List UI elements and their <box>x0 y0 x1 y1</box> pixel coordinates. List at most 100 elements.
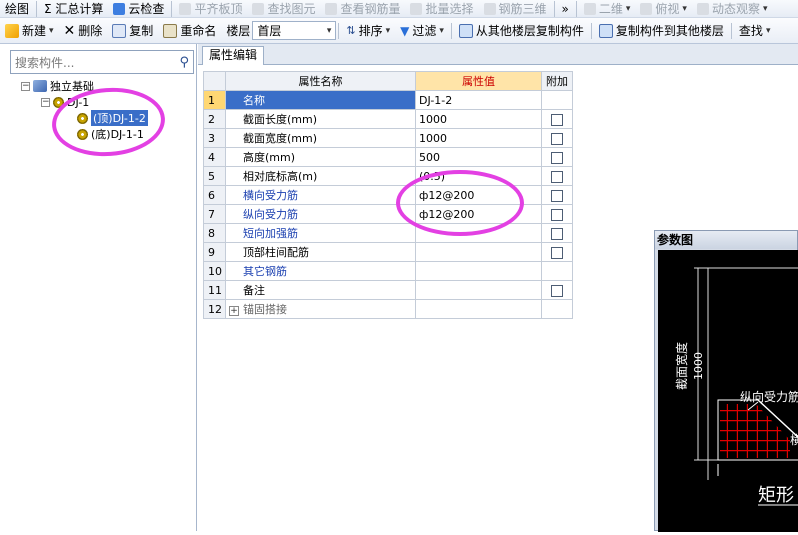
cloud-check-button[interactable]: 云检查 <box>108 0 169 17</box>
property-value-cell[interactable]: 500 <box>415 147 542 167</box>
copy-to-floor-icon <box>598 23 613 38</box>
property-value-cell[interactable] <box>415 261 542 281</box>
delete-button[interactable]: ✕ 删除 <box>59 18 108 43</box>
table-row[interactable]: 3 截面宽度(mm) 1000 <box>203 128 573 148</box>
chevron-down-icon: ▾ <box>625 3 631 14</box>
view-2d-button[interactable]: 二维 ▾ <box>579 0 636 17</box>
extra-checkbox[interactable] <box>551 151 563 164</box>
search-icon[interactable]: ⚲ <box>179 55 189 70</box>
row-number: 10 <box>203 261 226 281</box>
property-name-cell: 横向受力筋 <box>225 185 416 205</box>
chevron-down-icon: ▾ <box>682 3 687 14</box>
extra-cell <box>541 223 573 243</box>
property-value-cell[interactable]: DJ-1-2 <box>415 90 542 110</box>
copy-from-floor-button[interactable]: 从其他楼层复制构件 <box>454 18 589 43</box>
dimension-label-width: 截面宽度 <box>674 342 689 390</box>
rebar-3d-button[interactable]: 钢筋三维 <box>479 0 552 17</box>
copy-from-floor-icon <box>458 23 473 38</box>
diagram-svg: 截面宽度 1000 纵向受力筋 横 矩形 <box>674 267 798 506</box>
column-header-extra: 附加 <box>541 71 573 91</box>
extra-cell <box>541 185 573 205</box>
property-value-cell[interactable] <box>415 242 542 262</box>
table-row[interactable]: 9 顶部柱间配筋 <box>203 242 573 262</box>
new-icon <box>5 23 19 38</box>
extra-checkbox[interactable] <box>551 132 563 145</box>
expand-icon[interactable]: + <box>229 306 239 316</box>
property-value-cell[interactable]: 1000 <box>415 109 542 129</box>
toolbar-divider <box>338 22 340 39</box>
dimension-value-width: 1000 <box>692 352 705 380</box>
row-number: 4 <box>203 147 226 167</box>
view-rebar-qty-button[interactable]: 查看钢筋量 <box>320 0 405 17</box>
toolbar-divider <box>590 22 592 39</box>
row-number: 11 <box>203 280 226 300</box>
row-number: 2 <box>203 109 226 129</box>
toolbar-divider <box>575 0 577 17</box>
copy-button[interactable]: 复制 <box>107 18 158 43</box>
extra-cell <box>541 242 573 262</box>
chevron-down-icon: ▾ <box>765 25 771 36</box>
chevron-down-icon: ▾ <box>385 25 391 36</box>
align-slab-top-icon <box>179 2 192 15</box>
filter-button[interactable]: ▼ 过滤 ▾ <box>395 18 449 43</box>
extra-checkbox[interactable] <box>551 208 563 221</box>
rename-button[interactable]: 重命名 <box>158 18 221 43</box>
row-number: 8 <box>203 223 226 243</box>
extra-checkbox[interactable] <box>551 113 563 126</box>
draw-button[interactable]: 绘图 <box>0 0 34 17</box>
property-name-cell: 顶部柱间配筋 <box>225 242 416 262</box>
extra-cell <box>541 261 573 281</box>
property-name-cell: 名称 <box>225 90 416 110</box>
property-name-cell: 短向加强筋 <box>225 223 416 243</box>
new-button[interactable]: 新建 ▾ <box>0 18 59 43</box>
extra-cell <box>541 299 573 319</box>
parameter-diagram-window: 参数图 截面宽度 1000 纵向受力筋 横 矩形 <box>654 230 798 532</box>
collapse-icon[interactable]: − <box>21 81 30 91</box>
search-input[interactable]: 搜索构件... ⚲ <box>10 50 194 74</box>
row-number: 3 <box>203 128 226 148</box>
sort-button[interactable]: ⇅ 排序 ▾ <box>341 18 395 43</box>
table-row[interactable]: 8 短向加强筋 <box>203 223 573 243</box>
main-toolbar: 绘图 Σ 汇总计算 云检查 平齐板顶 查找图元 查看钢筋量 批量选择 钢筋三维 » 二维 ▾ 俯视 ▾ 动… <box>0 0 798 18</box>
table-row[interactable]: 4 高度(mm) 500 <box>203 147 573 167</box>
batch-select-button[interactable]: 批量选择 <box>405 0 478 17</box>
top-view-button[interactable]: 俯视 ▾ <box>635 0 692 17</box>
find-button[interactable]: 查找 ▾ <box>734 18 776 43</box>
tab-property-edit[interactable]: 属性编辑 <box>202 46 265 65</box>
property-name-cell: 相对底标高(m) <box>225 166 416 186</box>
property-value-cell[interactable]: 1000 <box>415 128 542 148</box>
table-row[interactable]: 11 备注 <box>203 280 573 300</box>
more-button[interactable]: » <box>557 0 574 17</box>
filter-icon: ▼ <box>400 23 410 38</box>
table-row[interactable]: 12 + 锚固搭接 <box>203 299 573 319</box>
collapse-icon[interactable]: − <box>41 97 50 107</box>
cloud-check-icon <box>113 2 126 15</box>
copy-to-floor-button[interactable]: 复制构件到其他楼层 <box>594 18 729 43</box>
extra-checkbox[interactable] <box>551 284 563 297</box>
table-row[interactable]: 10 其它钢筋 <box>203 261 573 281</box>
table-row[interactable]: 2 截面长度(mm) 1000 <box>203 109 573 129</box>
property-name-cell: 其它钢筋 <box>225 261 416 281</box>
top-view-icon <box>640 2 653 15</box>
toolbar-divider <box>450 22 452 39</box>
align-slab-top-button[interactable]: 平齐板顶 <box>174 0 247 17</box>
dynamic-observe-button[interactable]: 动态观察 ▾ <box>692 0 773 17</box>
extra-checkbox[interactable] <box>551 227 563 240</box>
chevron-down-icon: ▾ <box>439 25 444 36</box>
extra-checkbox[interactable] <box>551 189 563 202</box>
extra-checkbox[interactable] <box>551 246 563 259</box>
property-name-cell: 纵向受力筋 <box>225 204 416 224</box>
toolbar-divider <box>36 0 38 17</box>
view-2d-icon <box>583 2 596 15</box>
property-value-cell[interactable] <box>415 299 542 319</box>
component-toolbar: 新建 ▾ ✕ 删除 复制 重命名 楼层 首层 ▾ ⇅ 排序 ▾ ▼ 过滤 ▾ 从其他楼层… <box>0 18 798 44</box>
property-value-cell[interactable] <box>415 280 542 300</box>
rebar-3d-icon <box>483 2 496 15</box>
summary-calc-button[interactable]: Σ 汇总计算 <box>39 0 108 17</box>
window-title: 参数图 <box>655 231 797 249</box>
extra-checkbox[interactable] <box>551 170 563 183</box>
find-element-button[interactable]: 查找图元 <box>247 0 320 17</box>
table-row[interactable]: 1 名称 DJ-1-2 <box>203 90 573 110</box>
floor-select[interactable]: 首层 ▾ <box>252 21 337 40</box>
table-row[interactable]: 5 相对底标高(m) (0.5) <box>203 166 573 186</box>
